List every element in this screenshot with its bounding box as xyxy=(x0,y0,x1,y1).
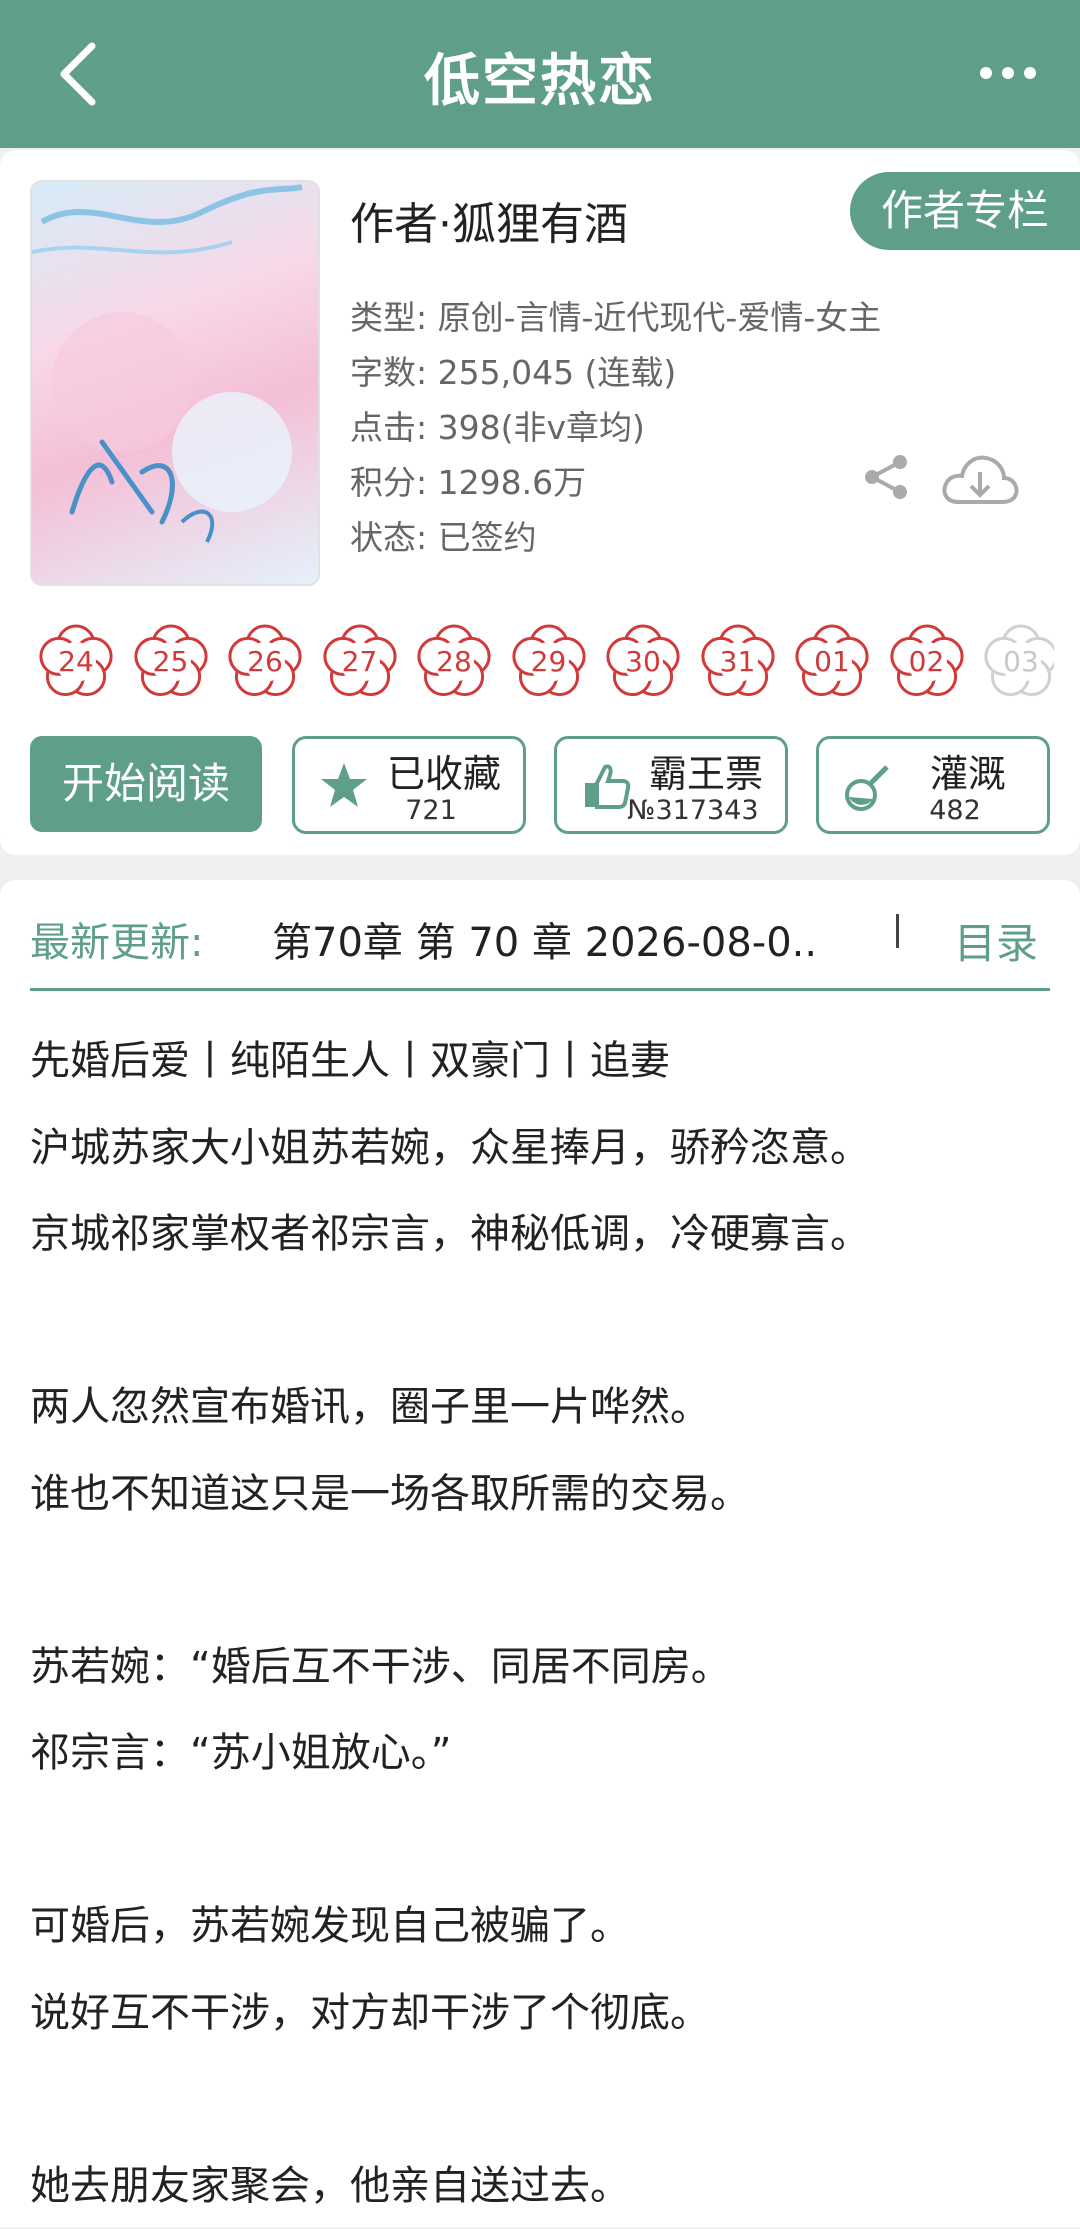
calendar-day-label: 25 xyxy=(129,620,213,704)
description-line xyxy=(30,2056,1050,2143)
meta-status: 状态: 已签约 xyxy=(350,510,881,565)
calendar-day-02[interactable]: 02 xyxy=(885,620,969,704)
divider xyxy=(896,914,899,948)
meta-score: 积分: 1298.6万 xyxy=(350,455,881,510)
latest-chapter-link[interactable]: 第70章 第 70 章 2026-08-0.. xyxy=(272,910,817,968)
meta-word-count: 字数: 255,045 (连载) xyxy=(350,345,881,400)
water-count: 482 xyxy=(869,795,1041,826)
book-cover-image[interactable] xyxy=(30,180,320,586)
calendar-day-03[interactable]: 03 xyxy=(979,620,1054,704)
meta-genre: 类型: 原创-言情-近代现代-爱情-女主 xyxy=(350,290,881,345)
description-card: 最新更新: 第70章 第 70 章 2026-08-0.. 目录 先婚后爱丨纯陌… xyxy=(0,880,1080,2227)
calendar-day-label: 26 xyxy=(223,620,307,704)
description-line: 说好互不干涉，对方却干涉了个彻底。 xyxy=(30,1970,1050,2057)
book-description: 先婚后爱丨纯陌生人丨双豪门丨追妻 沪城苏家大小姐苏若婉，众星捧月，骄矜恣意。 京… xyxy=(30,1018,1050,2229)
calendar-day-label: 27 xyxy=(318,620,402,704)
table-of-contents-link[interactable]: 目录 xyxy=(954,910,1038,971)
description-line xyxy=(30,1797,1050,1884)
ticket-count: №317343 xyxy=(607,795,779,826)
description-line: 京城祁家掌权者祁宗言，神秘低调，冷硬寡言。 xyxy=(30,1191,1050,1278)
top-bar: 低空热恋 xyxy=(0,0,1080,148)
meta-clicks: 点击: 398(非v章均) xyxy=(350,400,881,455)
latest-update-row[interactable]: 最新更新: 第70章 第 70 章 2026-08-0.. 目录 xyxy=(30,910,1050,970)
calendar-day-label: 28 xyxy=(412,620,496,704)
calendar-day-label: 01 xyxy=(790,620,874,704)
description-line: 两人忽然宣布婚讯，圈子里一片哗然。 xyxy=(30,1364,1050,1451)
calendar-day-label: 30 xyxy=(601,620,685,704)
collect-count: 721 xyxy=(345,795,517,826)
collect-button[interactable]: 已收藏 721 xyxy=(292,736,526,834)
calendar-day-24[interactable]: 24 xyxy=(34,620,118,704)
book-meta: 类型: 原创-言情-近代现代-爱情-女主 字数: 255,045 (连载) 点击… xyxy=(350,290,881,565)
calendar-day-29[interactable]: 29 xyxy=(507,620,591,704)
description-line: 祁宗言：“苏小姐放心。” xyxy=(30,1710,1050,1797)
calendar-day-label: 03 xyxy=(979,620,1054,704)
calendar-day-label: 29 xyxy=(507,620,591,704)
description-line: 苏若婉：“婚后互不干涉、同居不同房。 xyxy=(30,1624,1050,1711)
calendar-day-30[interactable]: 30 xyxy=(601,620,685,704)
latest-update-label: 最新更新: xyxy=(30,910,203,968)
description-line: 可婚后，苏若婉发现自己被骗了。 xyxy=(30,1883,1050,1970)
page-title: 低空热恋 xyxy=(0,36,1080,117)
book-info-card: 作者专栏 作者·狐狸有酒 类型: 原创-言情-近代现代-爱情-女主 字数: 25… xyxy=(0,150,1080,855)
water-label: 灌溉 xyxy=(895,743,1041,798)
more-options-icon[interactable] xyxy=(976,58,1040,88)
calendar-day-27[interactable]: 27 xyxy=(318,620,402,704)
collect-label: 已收藏 xyxy=(371,743,517,798)
water-button[interactable]: 灌溉 482 xyxy=(816,736,1050,834)
calendar-day-01[interactable]: 01 xyxy=(790,620,874,704)
ticket-button[interactable]: 霸王票 №317343 xyxy=(554,736,788,834)
description-line: 谁也不知道这只是一场各取所需的交易。 xyxy=(30,1451,1050,1538)
description-line xyxy=(30,1537,1050,1624)
author-name[interactable]: 作者·狐狸有酒 xyxy=(350,188,628,252)
section-divider xyxy=(30,988,1050,991)
download-cloud-icon[interactable] xyxy=(940,450,1020,508)
description-line: 她去朋友家聚会，他亲自送过去。 xyxy=(30,2143,1050,2229)
calendar-day-28[interactable]: 28 xyxy=(412,620,496,704)
update-calendar-strip: 2425262728293031010203 xyxy=(34,620,1054,710)
calendar-day-31[interactable]: 31 xyxy=(696,620,780,704)
calendar-day-26[interactable]: 26 xyxy=(223,620,307,704)
calendar-day-25[interactable]: 25 xyxy=(129,620,213,704)
calendar-day-label: 02 xyxy=(885,620,969,704)
description-line: 沪城苏家大小姐苏若婉，众星捧月，骄矜恣意。 xyxy=(30,1105,1050,1192)
calendar-day-label: 31 xyxy=(696,620,780,704)
start-reading-button[interactable]: 开始阅读 xyxy=(30,736,262,832)
author-column-button[interactable]: 作者专栏 xyxy=(850,172,1080,250)
share-icon[interactable] xyxy=(862,452,912,502)
ticket-label: 霸王票 xyxy=(633,743,779,798)
description-line: 先婚后爱丨纯陌生人丨双豪门丨追妻 xyxy=(30,1018,1050,1105)
calendar-day-label: 24 xyxy=(34,620,118,704)
description-line xyxy=(30,1278,1050,1365)
